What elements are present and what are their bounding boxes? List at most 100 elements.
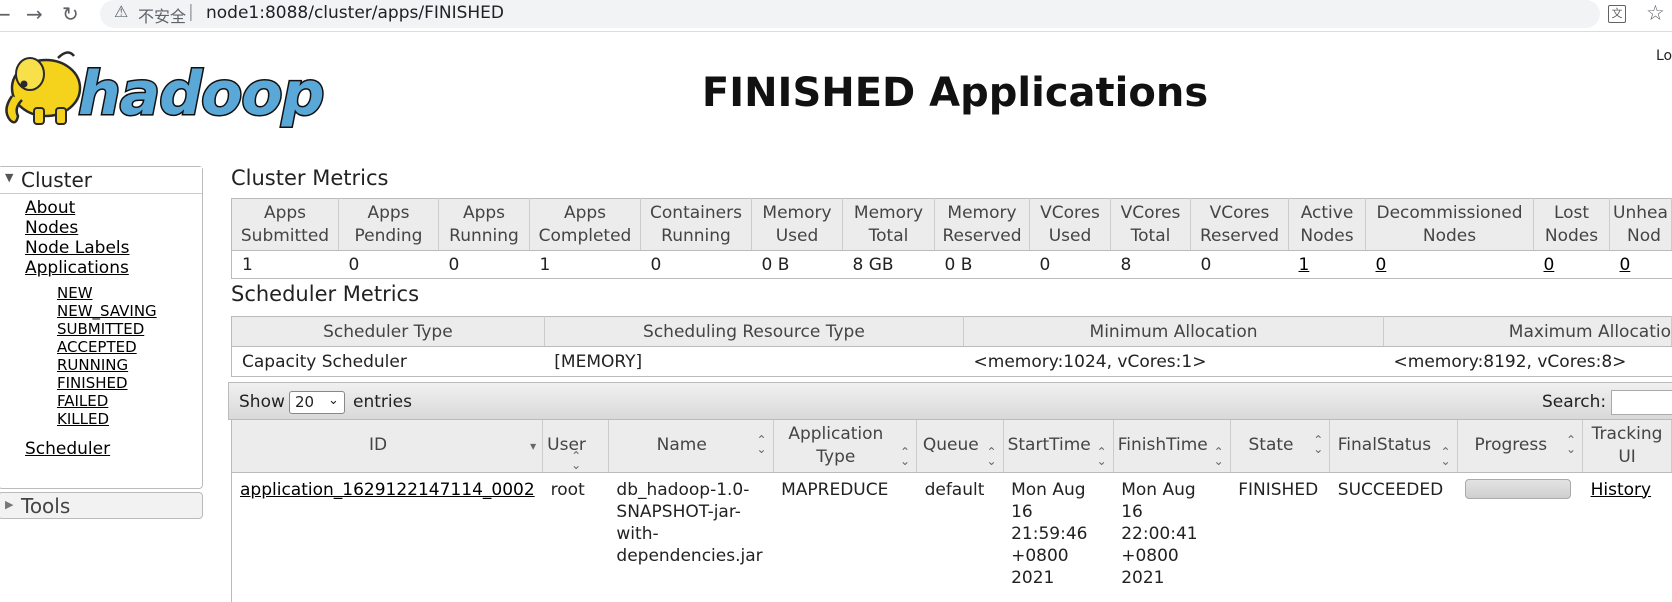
applications-table: ID ▾ User ⌃ ⌄ Name ⌃ ⌄ Application Type ⌃ ⌄ Queu… [231, 420, 1672, 602]
cm-header-vcores-reserved: VCores Reserved [1190, 198, 1289, 251]
sm-value-resource-type: [MEMORY] [544, 346, 964, 377]
arrow-left-icon[interactable]: ← [0, 2, 11, 26]
apps-header-starttime[interactable]: StartTime ⌃ ⌄ [1003, 420, 1114, 473]
sm-value-scheduler-type: Capacity Scheduler [231, 346, 545, 377]
apps-header-application-type[interactable]: Application Type ⌃ ⌄ [773, 420, 918, 473]
sort-icon: ⌃ ⌄ [756, 433, 767, 456]
sidebar-state-killed[interactable]: KILLED [57, 410, 109, 428]
app-type: MAPREDUCE [773, 472, 917, 602]
sm-header-resource-type: Scheduling Resource Type [544, 316, 965, 347]
cm-value-unhealthy-nodes[interactable]: 0 [1609, 250, 1672, 279]
app-tracking-cell[interactable]: History [1582, 472, 1672, 602]
cm-value-vcores-reserved: 0 [1190, 250, 1289, 279]
apps-header-name[interactable]: Name ⌃ ⌄ [608, 420, 774, 473]
sort-icon: ⌃ ⌄ [1440, 445, 1451, 468]
app-id-link[interactable]: application_1629122147114_0002 [240, 480, 535, 500]
app-user: root [542, 472, 609, 602]
sidebar-state-accepted[interactable]: ACCEPTED [57, 338, 137, 356]
cm-value-memory-used: 0 B [751, 250, 843, 279]
page-size-select[interactable]: 20 ⌄ [289, 391, 345, 414]
cm-value-lost-nodes[interactable]: 0 [1533, 250, 1610, 279]
app-final-status: SUCCEEDED [1329, 472, 1458, 602]
cm-value-apps-completed: 1 [529, 250, 641, 279]
table-row: application_1629122147114_0002 root db_h… [231, 472, 1672, 602]
cm-header-lost-nodes: Lost Nodes [1533, 198, 1610, 251]
scheduler-metrics-title: Scheduler Metrics [231, 282, 420, 306]
insecure-label[interactable]: 不安全 [138, 3, 186, 27]
sidebar-state-submitted[interactable]: SUBMITTED [57, 320, 144, 338]
apps-header-user[interactable]: User ⌃ ⌄ [542, 420, 609, 473]
decommissioned-nodes-link[interactable]: 0 [1376, 255, 1387, 275]
translate-icon[interactable]: 文 [1608, 5, 1626, 23]
cm-value-apps-running: 0 [438, 250, 530, 279]
cm-header-vcores-used: VCores Used [1029, 198, 1111, 251]
apps-header-finalstatus[interactable]: FinalStatus ⌃ ⌄ [1329, 420, 1458, 473]
cluster-metrics-table: Apps Submitted Apps Pending Apps Running Ap… [231, 198, 1672, 279]
arrow-right-icon[interactable]: → [26, 2, 43, 26]
sidebar-link-nodes[interactable]: Nodes [25, 218, 78, 238]
cm-header-apps-completed: Apps Completed [529, 198, 641, 251]
search-label: Search: [1542, 392, 1607, 412]
app-finishtime: Mon Aug 16 22:00:41 +0800 2021 [1113, 472, 1231, 602]
cm-header-memory-reserved: Memory Reserved [934, 198, 1030, 251]
app-state: FINISHED [1230, 472, 1330, 602]
sidebar-state-running[interactable]: RUNNING [57, 356, 128, 374]
page-size-value: 20 [295, 393, 315, 411]
apps-header-id[interactable]: ID ▾ [231, 420, 544, 473]
logo-wordmark: hadoop [78, 59, 324, 129]
sidebar-link-applications[interactable]: Applications [25, 258, 129, 278]
apps-header-queue[interactable]: Queue ⌃ ⌄ [916, 420, 1004, 473]
sm-header-min-allocation: Minimum Allocation [963, 316, 1385, 347]
cm-header-memory-used: Memory Used [751, 198, 843, 251]
sidebar-link-scheduler[interactable]: Scheduler [25, 439, 110, 459]
tools-accordion-header[interactable]: ▶ Tools [0, 492, 203, 519]
sidebar-state-new[interactable]: NEW [57, 284, 93, 302]
apps-header-progress[interactable]: Progress ⌃ ⌄ [1457, 420, 1584, 473]
cm-value-vcores-total: 8 [1110, 250, 1191, 279]
cm-value-apps-pending: 0 [338, 250, 439, 279]
progress-bar [1465, 478, 1572, 499]
sm-value-min-allocation: <memory:1024, vCores:1> [963, 346, 1384, 377]
sidebar-state-finished[interactable]: FINISHED [57, 374, 128, 392]
history-link[interactable]: History [1591, 480, 1651, 500]
url-field[interactable]: ⚠ 不安全 | node1:8088/cluster/apps/FINISHED [100, 0, 1600, 28]
apps-header-state[interactable]: State ⌃ ⌄ [1230, 420, 1331, 473]
unhealthy-nodes-link[interactable]: 0 [1620, 255, 1631, 275]
app-starttime: Mon Aug 16 21:59:46 +0800 2021 [1003, 472, 1114, 602]
apps-header-finishtime[interactable]: FinishTime ⌃ ⌄ [1113, 420, 1231, 473]
sidebar-cluster-panel: ▼ Cluster About Nodes Node Labels Applic… [0, 166, 203, 489]
cm-header-containers-running: Containers Running [640, 198, 752, 251]
cm-value-active-nodes[interactable]: 1 [1288, 250, 1366, 279]
cluster-metrics-title: Cluster Metrics [231, 166, 389, 190]
triangle-down-icon: ▼ [5, 171, 14, 184]
active-nodes-link[interactable]: 1 [1299, 255, 1310, 275]
sort-icon: ⌃ ⌄ [1096, 445, 1107, 468]
cm-value-memory-reserved: 0 B [934, 250, 1030, 279]
url-text[interactable]: node1:8088/cluster/apps/FINISHED [206, 3, 504, 23]
apps-header-tracking-ui[interactable]: Tracking UI [1582, 420, 1672, 473]
lost-nodes-link[interactable]: 0 [1544, 255, 1555, 275]
cluster-accordion-header[interactable]: ▼ Cluster [0, 167, 202, 194]
cm-header-apps-pending: Apps Pending [338, 198, 439, 251]
login-text[interactable]: Lo [1656, 48, 1672, 64]
url-separator: | [188, 2, 194, 22]
sidebar-link-node-labels[interactable]: Node Labels [25, 238, 130, 258]
app-id-cell[interactable]: application_1629122147114_0002 [231, 472, 543, 602]
search-input[interactable] [1611, 390, 1672, 415]
page-title: FINISHED Applications [701, 70, 1209, 116]
scheduler-metrics-table: Scheduler Type Scheduling Resource Type … [231, 316, 1672, 377]
cm-header-apps-running: Apps Running [438, 198, 530, 251]
sidebar-state-failed[interactable]: FAILED [57, 392, 108, 410]
warning-icon[interactable]: ⚠ [114, 2, 128, 21]
cm-value-decommissioned-nodes[interactable]: 0 [1365, 250, 1534, 279]
cm-value-vcores-used: 0 [1029, 250, 1111, 279]
show-label: Show [239, 392, 285, 412]
sidebar-state-new-saving[interactable]: NEW_SAVING [57, 302, 157, 320]
reload-icon[interactable]: ↻ [62, 2, 79, 26]
cm-value-containers-running: 0 [640, 250, 752, 279]
hadoop-logo[interactable]: hadoop [0, 44, 350, 134]
sidebar-link-about[interactable]: About [25, 198, 75, 218]
entries-label: entries [353, 392, 412, 412]
chevron-down-icon: ⌄ [328, 393, 339, 408]
bookmark-star-icon[interactable]: ☆ [1646, 1, 1665, 25]
